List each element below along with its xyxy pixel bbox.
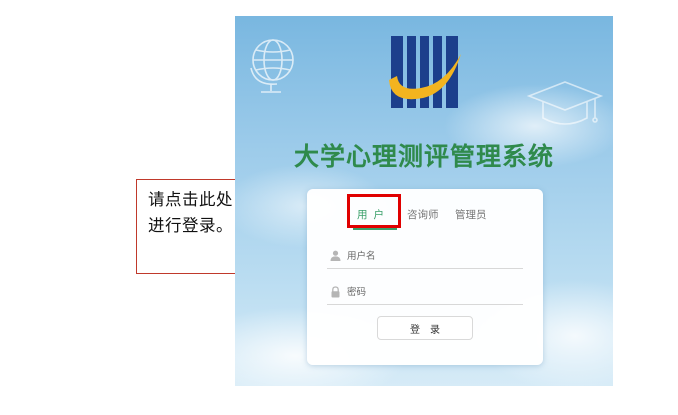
active-tab-indicator [353,228,397,230]
role-tabs: 用户 咨询师 管理员 [307,207,543,227]
user-tab-highlight [347,194,401,228]
password-input[interactable] [347,284,517,300]
login-page-screenshot: 大学心理测评管理系统 用户 咨询师 管理员 登录 [235,16,613,386]
tab-consultant[interactable]: 咨询师 [407,207,439,222]
university-logo-icon [389,36,461,108]
login-button[interactable]: 登录 [377,316,473,340]
globe-icon [250,39,294,93]
password-field [327,282,523,305]
lock-icon [331,286,340,298]
instruction-text: 请点击此处进行登录。 [148,190,233,235]
username-field [327,246,523,269]
user-icon [330,250,341,261]
graduation-cap-icon [526,81,604,125]
username-input[interactable] [347,248,517,264]
login-card: 用户 咨询师 管理员 登录 [307,189,543,365]
instruction-callout: 请点击此处进行登录。 [136,179,235,274]
tab-admin[interactable]: 管理员 [455,207,487,222]
system-title: 大学心理测评管理系统 [293,142,554,171]
